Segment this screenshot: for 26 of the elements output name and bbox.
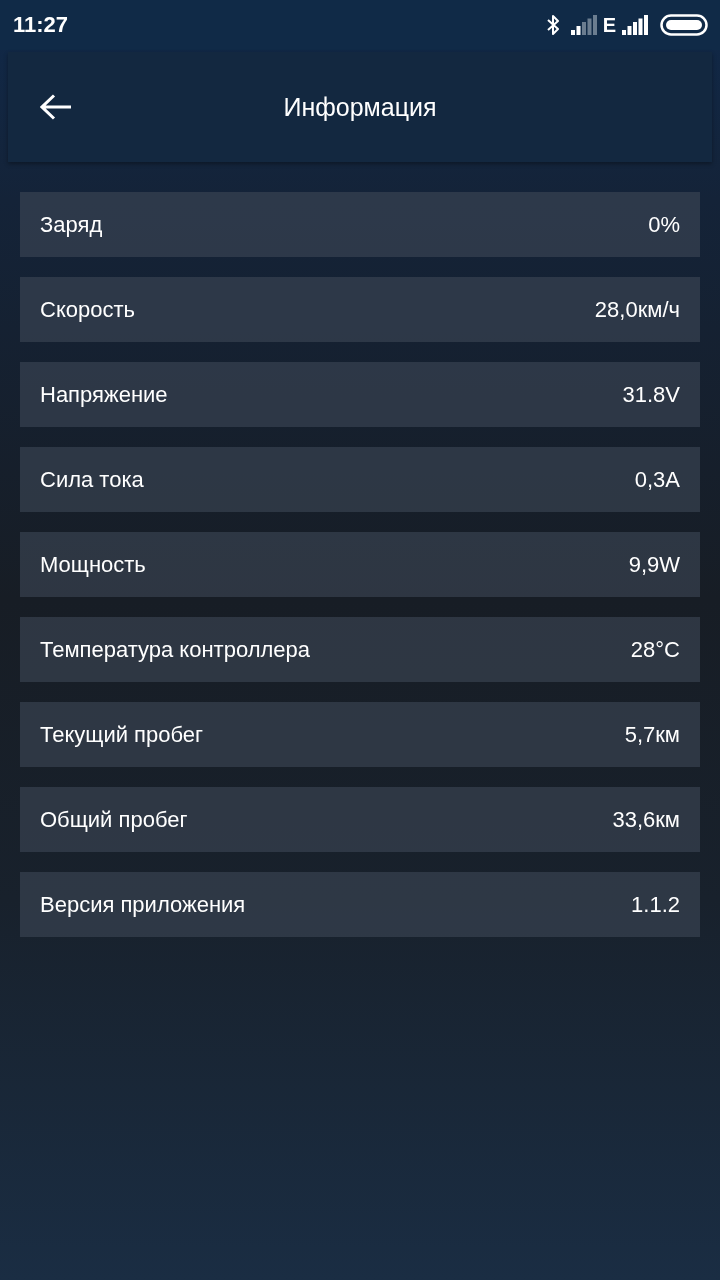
info-value: 5,7км — [624, 721, 680, 748]
header-title: Информация — [283, 92, 437, 122]
info-value: 9,9W — [628, 551, 680, 578]
info-label: Мощность — [40, 551, 146, 578]
info-value: 0,3A — [634, 466, 680, 493]
info-value: 33,6км — [612, 806, 680, 833]
info-value: 0% — [648, 211, 680, 238]
info-label: Общий пробег — [40, 806, 188, 833]
info-value: 1.1.2 — [631, 891, 680, 918]
info-label: Напряжение — [40, 381, 168, 408]
info-label: Заряд — [40, 211, 103, 238]
back-arrow-icon — [40, 94, 72, 120]
info-value: 28°C — [630, 636, 680, 663]
info-label: Температура контроллера — [40, 636, 311, 663]
info-label: Скорость — [40, 296, 135, 323]
info-value: 31.8V — [622, 381, 680, 408]
network-type: E — [602, 13, 616, 37]
status-time: 11:27 — [13, 12, 69, 38]
bluetooth-icon — [546, 14, 559, 36]
info-label: Версия приложения — [40, 891, 246, 918]
signal-icon — [622, 15, 648, 35]
info-label: Сила тока — [40, 466, 144, 493]
info-value: 28,0км/ч — [594, 296, 680, 323]
info-label: Текущий пробег — [40, 721, 204, 748]
battery-icon — [660, 14, 708, 36]
signal-icon — [570, 15, 597, 35]
